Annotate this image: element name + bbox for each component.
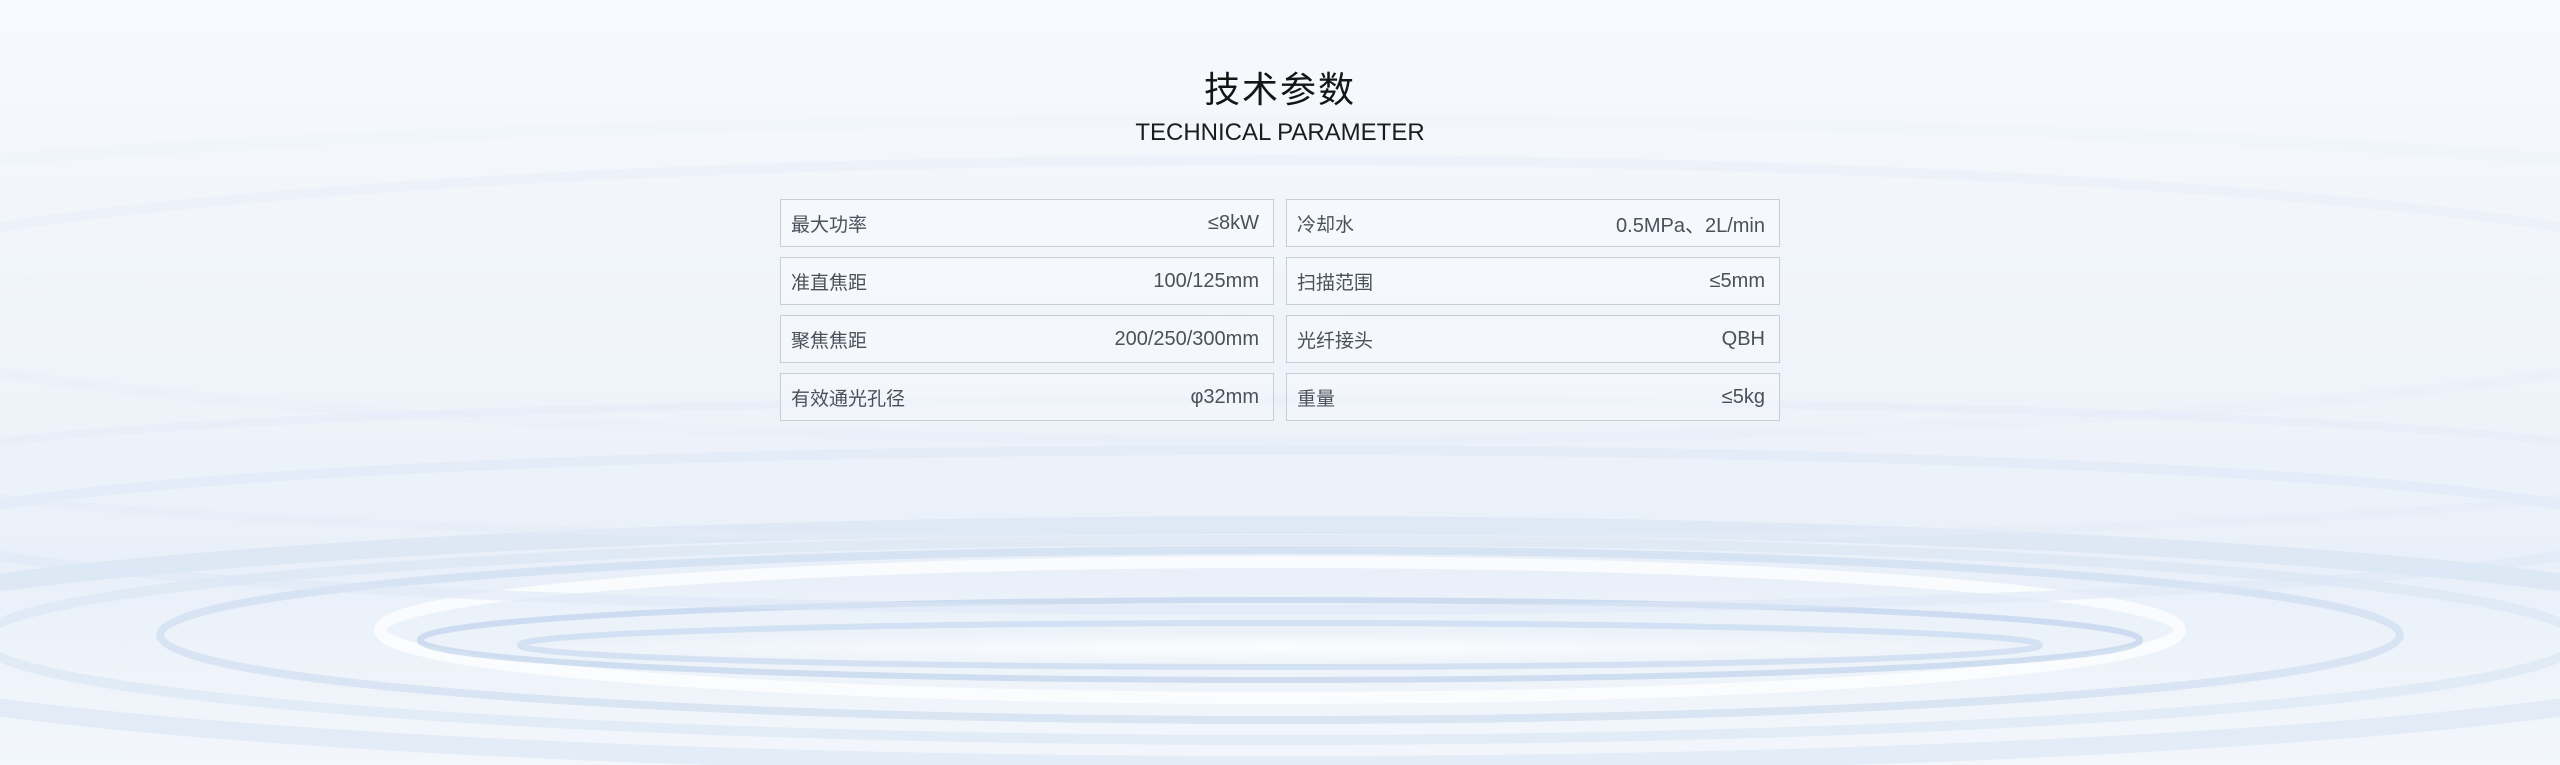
param-label: 有效通光孔径	[791, 387, 906, 410]
param-cell: 重量 ≤5kg	[1286, 373, 1780, 421]
technical-parameter-section: 技术参数 TECHNICAL PARAMETER 最大功率 ≤8kW 冷却水 0…	[0, 0, 2560, 765]
param-value: 0.5MPa、2L/min	[1616, 214, 1765, 237]
param-label: 扫描范围	[1297, 271, 1374, 294]
param-cell: 聚焦焦距 200/250/300mm	[780, 315, 1274, 363]
param-cell: 扫描范围 ≤5mm	[1286, 257, 1780, 305]
param-cell: 有效通光孔径 φ32mm	[780, 373, 1274, 421]
param-label: 光纤接头	[1297, 329, 1374, 352]
param-value: 200/250/300mm	[1114, 327, 1259, 350]
param-value: ≤8kW	[1208, 211, 1259, 234]
param-value: φ32mm	[1190, 385, 1259, 408]
param-label: 最大功率	[791, 213, 868, 236]
param-label: 准直焦距	[791, 271, 868, 294]
param-cell: 冷却水 0.5MPa、2L/min	[1286, 199, 1780, 247]
param-cell: 光纤接头 QBH	[1286, 315, 1780, 363]
param-value: QBH	[1721, 327, 1765, 350]
section-title: 技术参数	[1203, 70, 1356, 111]
param-value: 100/125mm	[1153, 269, 1259, 292]
param-label: 冷却水	[1297, 213, 1355, 236]
param-label: 聚焦焦距	[791, 329, 868, 352]
parameter-table: 最大功率 ≤8kW 冷却水 0.5MPa、2L/min 准直焦距 100/125…	[780, 199, 1780, 421]
param-value: ≤5mm	[1709, 269, 1765, 292]
param-value: ≤5kg	[1721, 385, 1765, 408]
param-cell: 准直焦距 100/125mm	[780, 257, 1274, 305]
param-label: 重量	[1297, 387, 1336, 410]
section-subtitle: TECHNICAL PARAMETER	[1135, 119, 1425, 146]
param-cell: 最大功率 ≤8kW	[780, 199, 1274, 247]
